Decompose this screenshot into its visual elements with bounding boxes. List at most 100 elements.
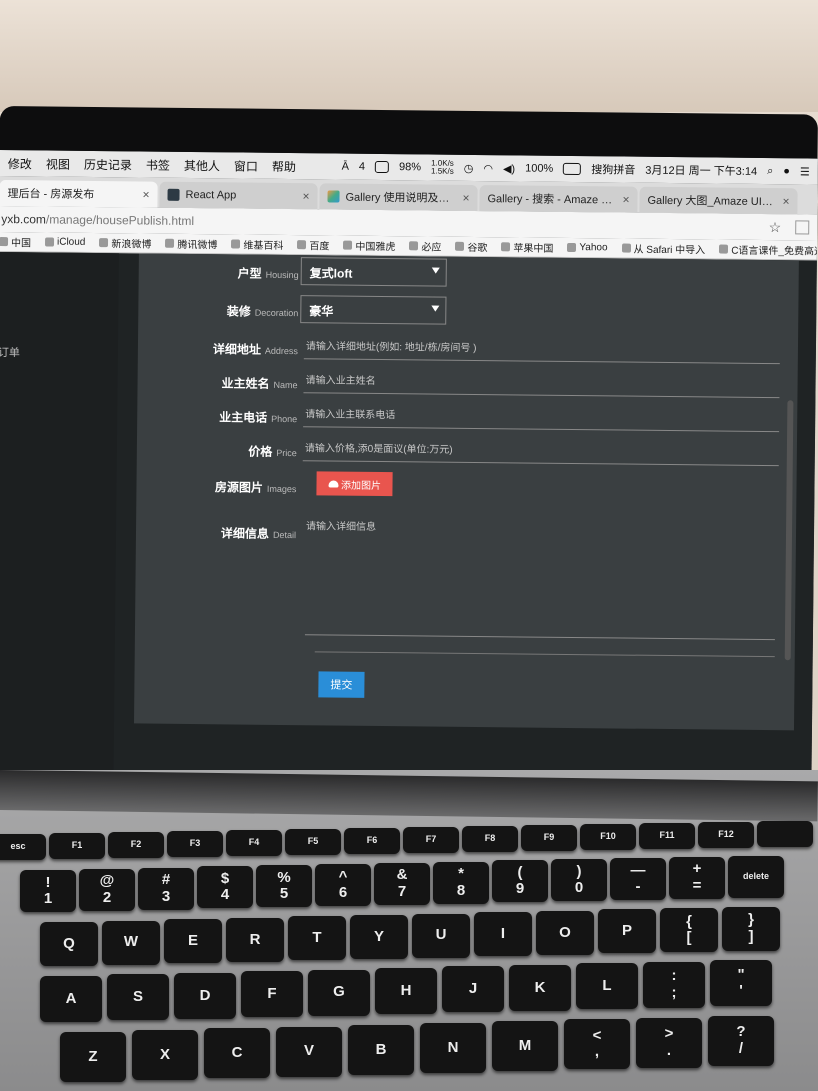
badge-count: 4 <box>358 160 366 173</box>
detail-textarea[interactable] <box>304 517 777 641</box>
bookmark-label: Yahoo <box>579 242 608 254</box>
spotlight-icon[interactable]: ⌕ <box>767 165 773 178</box>
keyboard-key: F4 <box>226 830 282 856</box>
extension-icon[interactable] <box>795 220 810 235</box>
notification-center-icon[interactable]: ☰ <box>800 165 810 178</box>
phone-label-en: Phone <box>271 413 298 425</box>
bookmark-icon <box>621 243 631 253</box>
battery-percent: 98% <box>398 161 422 174</box>
ime-indicator[interactable]: 搜狗拼音 <box>591 161 635 177</box>
housing-label-en: Housing <box>265 269 299 281</box>
keyboard-key: } ] <box>722 906 780 951</box>
chevron-down-icon <box>431 305 440 312</box>
sidebar-item-orders[interactable]: 订单 <box>0 344 20 360</box>
close-icon[interactable]: × <box>302 189 309 203</box>
browser-tab[interactable]: Gallery 使用说明及演示 | Ama × <box>319 183 478 212</box>
keyboard-key: E <box>164 919 222 964</box>
tab-label: Gallery - 搜索 - Amaze UI官方 <box>487 193 617 207</box>
price-label: 价格 Price <box>248 443 297 462</box>
bookmark-icon <box>343 240 353 250</box>
keyboard-key: F10 <box>580 824 636 850</box>
volume-icon[interactable]: ◀) <box>503 162 515 175</box>
keyboard-key: T <box>288 916 346 961</box>
bookmark-item[interactable]: 谷歌 <box>455 239 487 254</box>
menubar-datetime[interactable]: 3月12日 周一 下午3:14 <box>645 162 757 179</box>
phone-label-cn: 业主电话 <box>219 410 268 425</box>
close-icon[interactable]: × <box>462 191 469 205</box>
address-input[interactable] <box>303 335 781 365</box>
tab-label: 理后台 - 房源发布 <box>7 188 95 201</box>
browser-tab[interactable]: React App × <box>159 181 318 210</box>
menu-item[interactable]: 修改 <box>8 155 32 172</box>
wifi-icon[interactable]: ◠ <box>483 162 493 175</box>
bookmark-item[interactable]: 中国 <box>0 234 31 249</box>
keyboard-key: F8 <box>462 826 518 852</box>
keyboard-key: ! 1 <box>20 870 76 912</box>
close-icon[interactable]: × <box>782 194 789 208</box>
bookmark-label: iCloud <box>56 236 86 248</box>
clock-icon[interactable]: ◷ <box>464 161 474 174</box>
menu-item[interactable]: 视图 <box>46 155 70 172</box>
battery-icon[interactable] <box>563 162 582 176</box>
bookmark-item[interactable]: Yahoo <box>567 242 608 254</box>
keyboard-key: J <box>442 966 504 1013</box>
keyboard-key: O <box>536 910 594 955</box>
owner-name-input[interactable] <box>303 369 780 399</box>
bookmark-item[interactable]: 新浪微博 <box>99 235 151 251</box>
bookmark-item[interactable]: 维基百科 <box>231 236 283 252</box>
owner-phone-input[interactable] <box>303 403 780 433</box>
address-label: 详细地址 Address <box>213 340 298 359</box>
gallery-icon <box>327 190 340 203</box>
keyboard-key: F12 <box>698 822 754 848</box>
add-image-button[interactable]: 添加图片 <box>316 471 393 497</box>
menu-item[interactable]: 书签 <box>146 156 170 173</box>
bookmark-label: 谷歌 <box>467 242 488 255</box>
keyboard-key: : ; <box>643 961 705 1008</box>
close-icon[interactable]: × <box>622 193 629 207</box>
submit-button[interactable]: 提交 <box>318 671 365 698</box>
bookmark-label: 必应 <box>421 242 442 254</box>
address-label-cn: 详细地址 <box>212 342 261 357</box>
bookmark-label: 中国 <box>10 238 32 250</box>
decoration-label-cn: 装修 <box>226 304 251 319</box>
bookmark-item[interactable]: 苹果中国 <box>501 239 553 255</box>
bookmark-item[interactable]: 中国雅虎 <box>343 238 395 253</box>
bookmark-item[interactable]: 必应 <box>409 238 442 254</box>
menu-item[interactable]: 帮助 <box>272 157 296 174</box>
browser-tab[interactable]: Gallery - 搜索 - Amaze UI官方 × <box>0 185 638 291</box>
menu-item[interactable]: 其他人 <box>184 156 220 173</box>
user-icon[interactable]: ● <box>783 165 790 177</box>
bookmark-label: 腾讯微博 <box>177 239 218 252</box>
decoration-select[interactable]: 豪华 <box>300 295 447 325</box>
bookmark-star-icon[interactable]: ☆ <box>769 219 782 236</box>
bookmark-item[interactable]: iCloud <box>44 236 86 248</box>
menu-item[interactable]: 历史记录 <box>84 155 132 173</box>
menu-item[interactable]: 窗口 <box>234 157 258 174</box>
browser-tab[interactable]: 理后台 - 房源发布 × <box>0 179 158 291</box>
housing-select[interactable]: 复式loft <box>300 257 447 287</box>
browser-tab[interactable]: Gallery 大图_Amaze UI站内搜 × <box>0 186 798 291</box>
bookmark-label: 苹果中国 <box>513 243 554 255</box>
keyboard-key: R <box>226 917 284 962</box>
form-row-name: 业主姓名 Name <box>137 365 797 402</box>
keyboard-key: M <box>492 1021 558 1072</box>
adobe-icon[interactable]: Ā <box>342 161 349 173</box>
close-icon[interactable]: × <box>142 187 149 201</box>
keyboard-key: < , <box>564 1019 630 1070</box>
keyboard-key: H <box>375 968 437 1014</box>
keyboard-key: ^ 6 <box>315 864 371 906</box>
keyboard-key: Q <box>40 922 98 966</box>
price-input[interactable] <box>302 437 779 467</box>
bookmark-item[interactable]: 百度 <box>297 237 329 252</box>
keyboard-key: I <box>474 912 532 957</box>
bookmark-item[interactable]: 腾讯微博 <box>165 236 218 252</box>
bookmark-icon <box>165 238 175 248</box>
battery-level: 100% <box>525 162 554 175</box>
phone-label: 业主电话 Phone <box>219 408 297 427</box>
admin-sidebar: 订单 <box>0 251 119 772</box>
app-icon[interactable] <box>374 160 390 174</box>
keyboard-key: ? / <box>708 1015 774 1066</box>
url-text[interactable]: yxb.com/manage/housePublish.html <box>1 212 194 228</box>
bookmark-item[interactable]: C语言课件_免费高速... <box>719 242 817 258</box>
bookmark-item[interactable]: 从 Safari 中导入 <box>621 241 705 256</box>
